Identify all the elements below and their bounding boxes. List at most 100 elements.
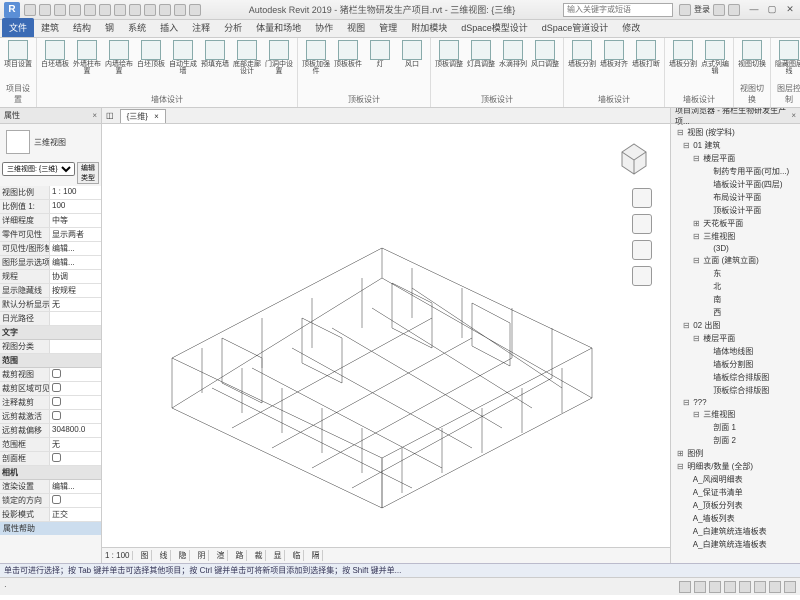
tree-toggle-icon[interactable]: ⊟ bbox=[677, 462, 685, 471]
view-tab[interactable]: {三维} × bbox=[120, 109, 166, 123]
ribbon-btn-1-2[interactable]: 内墙绘布置 bbox=[105, 40, 133, 75]
prop-value[interactable] bbox=[50, 452, 101, 465]
tree-toggle-icon[interactable]: ⊟ bbox=[693, 334, 701, 343]
status-icon-3[interactable] bbox=[724, 581, 736, 593]
tree-item[interactable]: ⊟ 01 建筑 bbox=[673, 139, 798, 152]
prop-value[interactable]: 显示两者 bbox=[50, 228, 101, 241]
browser-close-icon[interactable]: × bbox=[791, 111, 796, 120]
prop-value[interactable]: 编辑... bbox=[50, 256, 101, 269]
close-button[interactable]: ✕ bbox=[784, 4, 796, 16]
tree-item[interactable]: 布局设计平面 bbox=[673, 191, 798, 204]
tree-toggle-icon[interactable]: ⊟ bbox=[677, 128, 685, 137]
maximize-button[interactable]: ▢ bbox=[766, 4, 778, 16]
tab-7[interactable]: 分析 bbox=[217, 18, 249, 37]
ribbon-btn-5-0[interactable]: 墙板分割 bbox=[669, 40, 697, 68]
qat-redo-icon[interactable] bbox=[69, 4, 81, 16]
tree-item[interactable]: A_白建筑统连墙板表 bbox=[673, 525, 798, 538]
tree-item[interactable]: A_风阀明细表 bbox=[673, 473, 798, 486]
ribbon-btn-4-1[interactable]: 墙板对齐 bbox=[600, 40, 628, 68]
prop-value[interactable]: 编辑... bbox=[50, 480, 101, 493]
tab-10[interactable]: 视图 bbox=[340, 18, 372, 37]
qat-save-icon[interactable] bbox=[39, 4, 51, 16]
edit-type-button[interactable]: 编辑类型 bbox=[77, 162, 99, 184]
ribbon-btn-3-2[interactable]: 水滴排列 bbox=[499, 40, 527, 68]
drawing-canvas[interactable]: ◫ {三维} × bbox=[102, 108, 670, 563]
steering-wheel-icon[interactable] bbox=[632, 188, 652, 208]
tree-item[interactable]: 剖面 2 bbox=[673, 434, 798, 447]
tab-1[interactable]: 建筑 bbox=[34, 18, 66, 37]
view-control-item[interactable]: 隔 bbox=[308, 550, 323, 561]
sign-in-icon[interactable] bbox=[679, 4, 691, 16]
ribbon-btn-1-7[interactable]: 门洞中设置 bbox=[265, 40, 293, 75]
tree-item[interactable]: ⊟ 视图 (按学科) bbox=[673, 126, 798, 139]
tab-14[interactable]: dSpace管道设计 bbox=[535, 18, 616, 37]
status-icon-7[interactable] bbox=[784, 581, 796, 593]
tree-toggle-icon[interactable]: ⊟ bbox=[683, 321, 691, 330]
prop-value[interactable] bbox=[50, 312, 101, 325]
tab-15[interactable]: 修改 bbox=[615, 18, 647, 37]
ribbon-btn-1-5[interactable]: 预填充墙 bbox=[201, 40, 229, 68]
prop-value[interactable]: 无 bbox=[50, 438, 101, 451]
tree-item[interactable]: ⊟ 楼层平面 bbox=[673, 152, 798, 165]
prop-value[interactable]: 正交 bbox=[50, 508, 101, 521]
tree-item[interactable]: ⊟ 明细表/数量 (全部) bbox=[673, 460, 798, 473]
view-control-item[interactable]: 隐 bbox=[175, 550, 190, 561]
tree-item[interactable]: 顶板设计平面 bbox=[673, 204, 798, 217]
view-control-item[interactable]: 路 bbox=[232, 550, 247, 561]
status-icon-1[interactable] bbox=[694, 581, 706, 593]
prop-value[interactable] bbox=[50, 382, 101, 395]
status-icon-5[interactable] bbox=[754, 581, 766, 593]
ribbon-btn-4-0[interactable]: 墙板分割 bbox=[568, 40, 596, 68]
ribbon-btn-0-0[interactable]: 项目设置 bbox=[4, 40, 32, 68]
tree-item[interactable]: ⊟ 三维视图 bbox=[673, 408, 798, 421]
view-control-item[interactable]: 线 bbox=[156, 550, 171, 561]
properties-close-icon[interactable]: × bbox=[92, 111, 97, 120]
prop-value[interactable] bbox=[50, 368, 101, 381]
ribbon-btn-2-0[interactable]: 顶板加强件 bbox=[302, 40, 330, 75]
prop-value[interactable] bbox=[50, 396, 101, 409]
help-icon[interactable] bbox=[728, 4, 740, 16]
tab-5[interactable]: 插入 bbox=[153, 18, 185, 37]
tree-item[interactable]: 墙体地线图 bbox=[673, 345, 798, 358]
tab-6[interactable]: 注释 bbox=[185, 18, 217, 37]
qat-3d-icon[interactable] bbox=[144, 4, 156, 16]
ribbon-btn-3-0[interactable]: 顶板调整 bbox=[435, 40, 463, 68]
qat-section-icon[interactable] bbox=[159, 4, 171, 16]
tree-toggle-icon[interactable]: ⊟ bbox=[683, 141, 691, 150]
ribbon-btn-2-2[interactable]: 灯 bbox=[366, 40, 394, 68]
viewcube[interactable] bbox=[612, 134, 656, 178]
tree-item[interactable]: 南 bbox=[673, 293, 798, 306]
prop-value[interactable]: 协调 bbox=[50, 270, 101, 283]
tab-9[interactable]: 协作 bbox=[308, 18, 340, 37]
ribbon-btn-4-2[interactable]: 墙板打断 bbox=[632, 40, 660, 68]
prop-value[interactable] bbox=[50, 340, 101, 353]
qat-text-icon[interactable] bbox=[129, 4, 141, 16]
qat-window-icon[interactable] bbox=[189, 4, 201, 16]
tree-toggle-icon[interactable]: ⊟ bbox=[683, 398, 691, 407]
tab-2[interactable]: 结构 bbox=[66, 18, 98, 37]
tree-item[interactable]: ⊟ 立面 (建筑立面) bbox=[673, 254, 798, 267]
tree-item[interactable]: ⊟ 三维视图 bbox=[673, 230, 798, 243]
zoom-icon[interactable] bbox=[632, 240, 652, 260]
prop-value[interactable]: 编辑... bbox=[50, 242, 101, 255]
status-icon-6[interactable] bbox=[769, 581, 781, 593]
qat-align-icon[interactable] bbox=[114, 4, 126, 16]
qat-print-icon[interactable] bbox=[84, 4, 96, 16]
ribbon-btn-3-3[interactable]: 风口调整 bbox=[531, 40, 559, 68]
tree-item[interactable]: (3D) bbox=[673, 243, 798, 254]
tab-0[interactable]: 文件 bbox=[2, 18, 34, 37]
exchange-icon[interactable] bbox=[713, 4, 725, 16]
sign-in-label[interactable]: 登录 bbox=[694, 4, 710, 15]
status-icon-4[interactable] bbox=[739, 581, 751, 593]
view-control-item[interactable]: 显 bbox=[270, 550, 285, 561]
view-control-item[interactable]: 临 bbox=[289, 550, 304, 561]
qat-open-icon[interactable] bbox=[24, 4, 36, 16]
view-control-item[interactable]: 裁 bbox=[251, 550, 266, 561]
tree-item[interactable]: ⊞ 天花板平面 bbox=[673, 217, 798, 230]
ribbon-btn-5-1[interactable]: 点式列编辑 bbox=[701, 40, 729, 75]
prop-value[interactable]: 按规程 bbox=[50, 284, 101, 297]
help-search-input[interactable] bbox=[563, 3, 673, 17]
tree-item[interactable]: A_墙板列表 bbox=[673, 512, 798, 525]
properties-help-link[interactable]: 属性帮助 bbox=[0, 522, 101, 535]
filter-select[interactable]: 三维视图: {三维} bbox=[2, 162, 75, 176]
